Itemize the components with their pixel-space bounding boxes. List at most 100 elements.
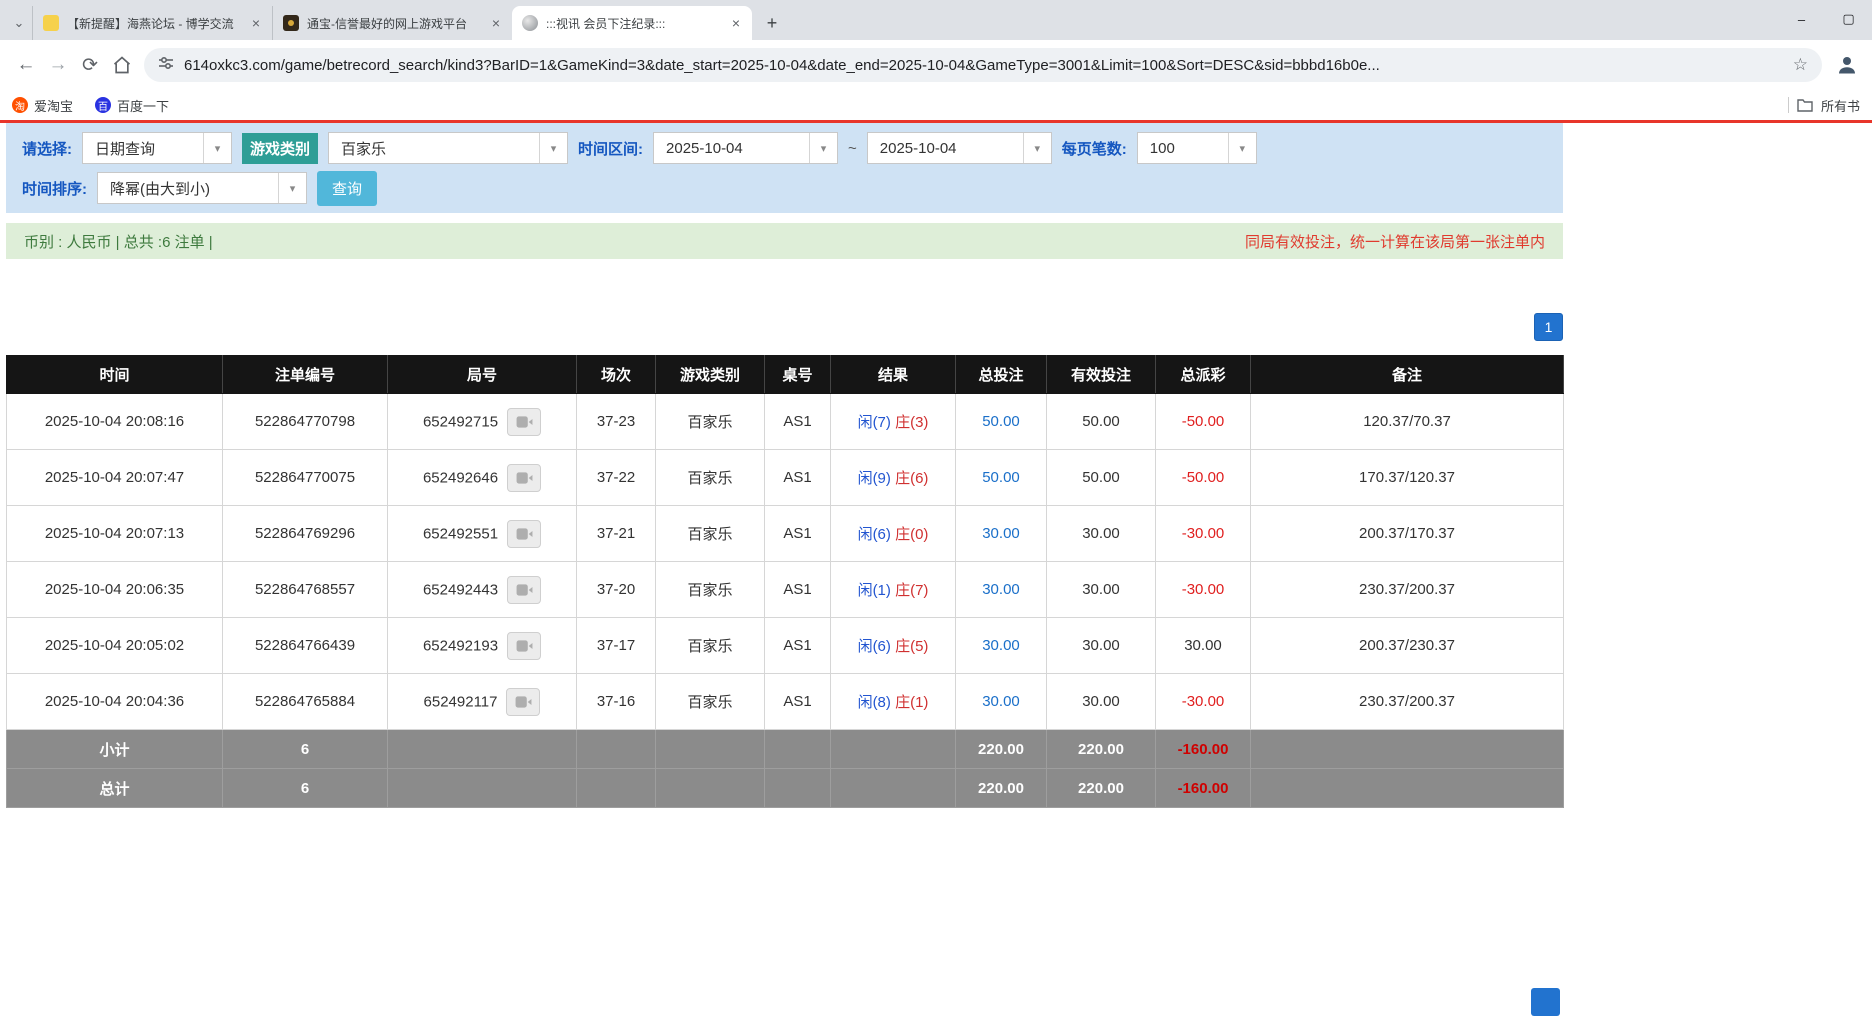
tab-bet-records-active[interactable]: :::视讯 会员下注纪录::: ×	[512, 6, 752, 40]
video-replay-button[interactable]	[507, 576, 541, 604]
subtotal-row: 小计 6 220.00 220.00 -160.00	[7, 730, 1564, 769]
payout-cell: -30.00	[1156, 674, 1251, 730]
col-table-no: 桌号	[765, 356, 831, 394]
result-player: 闲(6)	[858, 526, 891, 543]
empty-cell	[656, 730, 765, 769]
maximize-button[interactable]: ▢	[1825, 0, 1872, 38]
game-kind-cell: 百家乐	[656, 506, 765, 562]
bet-id-cell: 522864770798	[223, 394, 388, 450]
reload-button[interactable]: ⟳	[74, 49, 106, 81]
tab-close-icon[interactable]: ×	[488, 15, 504, 31]
empty-cell	[765, 730, 831, 769]
empty-cell	[831, 769, 956, 808]
page-content: 请选择: 日期查询 ▾ 游戏类别 百家乐 ▾ 时间区间: 2025-10-04 …	[6, 123, 1563, 808]
session-cell: 37-21	[577, 506, 656, 562]
bookmark-star-icon[interactable]: ☆	[1793, 55, 1808, 75]
table-row: 2025-10-04 20:04:36522864765884652492117…	[7, 674, 1564, 730]
time-cell: 2025-10-04 20:05:02	[7, 618, 223, 674]
sort-value: 降幂(由大到小)	[98, 178, 278, 199]
video-replay-button[interactable]	[507, 632, 541, 660]
bookmark-baidu[interactable]: 百 百度一下	[95, 96, 169, 115]
site-info-icon[interactable]	[158, 55, 174, 76]
video-replay-button[interactable]	[507, 520, 541, 548]
col-valid-bet: 有效投注	[1047, 356, 1156, 394]
table-header: 时间 注单编号 局号 场次 游戏类别 桌号 结果 总投注 有效投注 总派彩 备注	[7, 356, 1564, 394]
total-valid-bet: 220.00	[1047, 769, 1156, 808]
tab-favicon-ball-icon	[522, 15, 538, 31]
url-text[interactable]: 614oxkc3.com/game/betrecord_search/kind3…	[184, 57, 1785, 74]
round-number: 652492551	[423, 525, 498, 542]
currency-summary-text: 币别 : 人民币 | 总共 :6 注单 |	[24, 231, 213, 252]
tab-title: :::视讯 会员下注纪录:::	[546, 15, 720, 32]
round-number: 652492193	[423, 637, 498, 654]
bet-id-cell: 522864766439	[223, 618, 388, 674]
minimize-button[interactable]: –	[1778, 0, 1825, 38]
bet-id-cell: 522864770075	[223, 450, 388, 506]
tab-tongbao[interactable]: 通宝-信誉最好的网上游戏平台 ×	[272, 6, 512, 40]
table-row: 2025-10-04 20:08:16522864770798652492715…	[7, 394, 1564, 450]
window-controls: – ▢	[1778, 0, 1872, 38]
empty-cell	[388, 769, 577, 808]
date-end-input[interactable]: 2025-10-04 ▾	[867, 132, 1052, 164]
tab-close-icon[interactable]: ×	[728, 15, 744, 31]
subtotal-label: 小计	[7, 730, 223, 769]
session-cell: 37-16	[577, 674, 656, 730]
empty-cell	[577, 769, 656, 808]
address-bar[interactable]: 614oxkc3.com/game/betrecord_search/kind3…	[144, 48, 1822, 82]
result-cell: 闲(1) 庄(7)	[831, 562, 956, 618]
tab-forum[interactable]: 【新提醒】海燕论坛 - 博学交流 ×	[32, 6, 272, 40]
home-button[interactable]	[106, 49, 138, 81]
video-replay-button[interactable]	[507, 408, 541, 436]
round-number: 652492715	[423, 413, 498, 430]
new-tab-button[interactable]: +	[758, 9, 786, 37]
total-bet-cell[interactable]: 30.00	[956, 618, 1047, 674]
col-round: 局号	[388, 356, 577, 394]
game-kind-cell: 百家乐	[656, 450, 765, 506]
back-button[interactable]: ←	[10, 49, 42, 81]
total-bet-cell[interactable]: 30.00	[956, 506, 1047, 562]
round-cell: 652492646	[388, 450, 577, 506]
total-count: 6	[223, 769, 388, 808]
round-number: 652492117	[424, 693, 498, 710]
note-cell: 200.37/170.37	[1251, 506, 1564, 562]
date-end-value: 2025-10-04	[868, 140, 1023, 157]
bet-id-cell: 522864765884	[223, 674, 388, 730]
bookmark-label: 百度一下	[117, 96, 169, 115]
forward-button[interactable]: →	[42, 49, 74, 81]
total-bet-cell[interactable]: 30.00	[956, 562, 1047, 618]
bookmark-taobao[interactable]: 淘 爱淘宝	[12, 96, 73, 115]
result-player: 闲(9)	[858, 470, 891, 487]
table-row: 2025-10-04 20:06:35522864768557652492443…	[7, 562, 1564, 618]
video-replay-button[interactable]	[506, 688, 540, 716]
profile-button[interactable]	[1832, 50, 1862, 80]
date-range-label: 时间区间:	[578, 138, 643, 159]
bottom-pagination-button-partial[interactable]	[1531, 988, 1560, 1016]
query-type-select[interactable]: 日期查询 ▾	[82, 132, 232, 164]
empty-cell	[1251, 769, 1564, 808]
query-type-value: 日期查询	[83, 138, 203, 159]
total-bet-cell[interactable]: 50.00	[956, 394, 1047, 450]
video-replay-button[interactable]	[507, 464, 541, 492]
per-page-select[interactable]: 100 ▾	[1137, 132, 1257, 164]
total-bet-cell[interactable]: 50.00	[956, 450, 1047, 506]
tab-search-chevron-icon[interactable]: ⌄	[6, 6, 32, 40]
empty-cell	[831, 730, 956, 769]
col-bet-id: 注单编号	[223, 356, 388, 394]
tab-favicon-dark-icon	[283, 15, 299, 31]
tab-close-icon[interactable]: ×	[248, 15, 264, 31]
game-kind-value: 百家乐	[329, 138, 539, 159]
round-cell: 652492193	[388, 618, 577, 674]
sort-select[interactable]: 降幂(由大到小) ▾	[97, 172, 307, 204]
date-start-input[interactable]: 2025-10-04 ▾	[653, 132, 838, 164]
table-no-cell: AS1	[765, 394, 831, 450]
total-bet-cell[interactable]: 30.00	[956, 674, 1047, 730]
result-cell: 闲(8) 庄(1)	[831, 674, 956, 730]
search-button[interactable]: 查询	[317, 171, 377, 206]
folder-icon	[1797, 98, 1813, 112]
all-bookmarks-label[interactable]: 所有书	[1821, 96, 1860, 115]
note-cell: 170.37/120.37	[1251, 450, 1564, 506]
filter-row-1: 请选择: 日期查询 ▾ 游戏类别 百家乐 ▾ 时间区间: 2025-10-04 …	[22, 130, 1547, 166]
game-kind-select[interactable]: 百家乐 ▾	[328, 132, 568, 164]
note-cell: 120.37/70.37	[1251, 394, 1564, 450]
page-1-button[interactable]: 1	[1534, 313, 1563, 341]
